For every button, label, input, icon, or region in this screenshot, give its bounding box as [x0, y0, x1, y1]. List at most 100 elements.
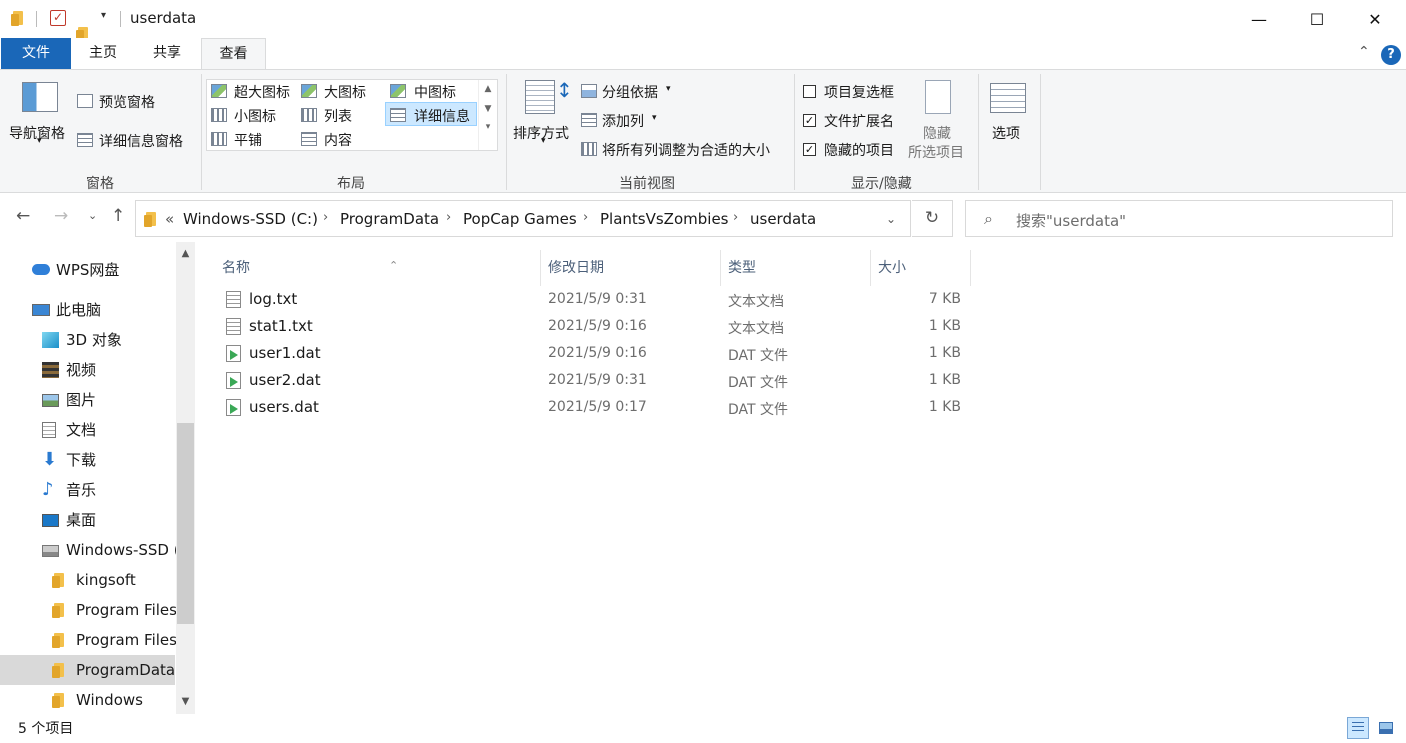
breadcrumb-popcap-games[interactable]: PopCap Games [463, 210, 577, 228]
refresh-icon[interactable]: ↻ [912, 200, 953, 237]
breadcrumb-separator[interactable]: › [323, 210, 328, 225]
minimize-button[interactable]: — [1230, 0, 1288, 38]
hidden-items-checkbox[interactable]: ✓ [803, 143, 816, 156]
address-history-chevron-icon[interactable]: ⌄ [886, 212, 896, 226]
layout-content[interactable]: 内容 [324, 130, 352, 150]
up-arrow-icon[interactable]: ↑ [111, 206, 125, 226]
breadcrumb-userdata[interactable]: userdata [750, 210, 816, 228]
group-by-button[interactable]: 分组依据 [602, 82, 658, 102]
add-columns-button[interactable]: 添加列 [602, 111, 644, 131]
preview-pane-button[interactable]: 预览窗格 [99, 92, 155, 112]
collapse-ribbon-chevron-icon[interactable]: ⌃ [1358, 44, 1370, 60]
recent-locations-chevron-icon[interactable]: ⌄ [88, 209, 97, 222]
nav-item-music[interactable]: ♪ 音乐 [42, 475, 176, 505]
item-checkboxes-label[interactable]: 项目复选框 [824, 82, 894, 102]
details-view-icon[interactable] [1347, 717, 1369, 739]
column-header-date[interactable]: 修改日期 [540, 250, 720, 286]
file-name: user2.dat [249, 371, 321, 389]
scroll-down-icon[interactable]: ▼ [479, 104, 497, 114]
column-header-name[interactable]: 名称 ⌃ [214, 250, 540, 286]
content-icon [301, 132, 317, 146]
expand-gallery-icon[interactable]: ▾ [479, 122, 497, 132]
search-input[interactable]: 搜索"userdata" [1016, 210, 1126, 231]
nav-item-windows[interactable]: Windows [52, 685, 176, 715]
breadcrumb-plantsvszombies[interactable]: PlantsVsZombies [600, 210, 728, 228]
layout-details[interactable]: 详细信息 [414, 106, 470, 126]
layout-gallery-scroll[interactable]: ▲ ▼ ▾ [478, 80, 497, 150]
column-header-type[interactable]: 类型 [720, 250, 870, 286]
file-row-stat1-txt[interactable]: stat1.txt 2021/5/9 0:16 文本文档 1 KB [216, 313, 976, 340]
close-button[interactable]: ✕ [1346, 0, 1404, 38]
chevron-down-icon[interactable]: ▾ [37, 136, 42, 146]
chevron-down-icon[interactable]: ▾ [541, 136, 546, 146]
file-row-log-txt[interactable]: log.txt 2021/5/9 0:31 文本文档 7 KB [216, 286, 976, 313]
tab-home[interactable]: 主页 [72, 38, 134, 69]
nav-item-pictures[interactable]: 图片 [42, 385, 176, 415]
customize-toolbar-chevron-icon[interactable]: ▾ [101, 10, 106, 21]
hide-selected-label[interactable]: 隐藏 [923, 123, 951, 143]
size-all-columns-button[interactable]: 将所有列调整为合适的大小 [602, 140, 770, 160]
file-extensions-label[interactable]: 文件扩展名 [824, 111, 894, 131]
hide-selected-label-2[interactable]: 所选项目 [908, 142, 964, 162]
options-button[interactable]: 选项 [992, 123, 1020, 143]
details-pane-button[interactable]: 详细信息窗格 [99, 131, 183, 151]
column-divider[interactable] [970, 250, 971, 286]
tab-file[interactable]: 文件 [1, 38, 71, 69]
search-box[interactable]: ⌕ 搜索"userdata" [965, 200, 1393, 237]
back-arrow-icon[interactable]: ← [16, 206, 30, 226]
nav-item-windows-ssd[interactable]: Windows-SSD ( [42, 535, 176, 565]
tab-view[interactable]: 查看 [201, 38, 266, 70]
nav-item-videos[interactable]: 视频 [42, 355, 176, 385]
file-extensions-checkbox[interactable]: ✓ [803, 114, 816, 127]
hidden-items-label[interactable]: 隐藏的项目 [824, 140, 894, 160]
scroll-down-icon[interactable]: ▼ [176, 696, 195, 707]
item-checkboxes-checkbox[interactable] [803, 85, 816, 98]
forward-arrow-icon[interactable]: → [54, 206, 68, 226]
breadcrumb-overflow[interactable]: « [165, 210, 174, 228]
nav-item-program-files-x86[interactable]: Program Files [52, 625, 176, 655]
file-row-user1-dat[interactable]: user1.dat 2021/5/9 0:16 DAT 文件 1 KB [216, 340, 976, 367]
nav-item-program-files[interactable]: Program Files [52, 595, 176, 625]
maximize-button[interactable]: ☐ [1288, 0, 1346, 38]
layout-extra-large-icons[interactable]: 超大图标 [234, 82, 290, 102]
file-row-user2-dat[interactable]: user2.dat 2021/5/9 0:31 DAT 文件 1 KB [216, 367, 976, 394]
layout-large-icons[interactable]: 大图标 [324, 82, 366, 102]
scroll-up-icon[interactable]: ▲ [176, 248, 195, 259]
large-icons-view-icon[interactable] [1375, 717, 1397, 739]
breadcrumb-drive[interactable]: Windows-SSD (C:) [183, 210, 318, 228]
layout-tiles[interactable]: 平铺 [234, 130, 262, 150]
nav-item-kingsoft[interactable]: kingsoft [52, 565, 176, 595]
nav-item-3d-objects[interactable]: 3D 对象 [42, 325, 176, 355]
breadcrumb-separator[interactable]: › [733, 210, 738, 225]
layout-list[interactable]: 列表 [324, 106, 352, 126]
nav-item-downloads[interactable]: ⬇ 下载 [42, 445, 176, 475]
nav-item-wps-cloud[interactable]: WPS网盘 [32, 255, 176, 285]
chevron-down-icon[interactable]: ▾ [652, 113, 657, 123]
nav-item-desktop[interactable]: 桌面 [42, 505, 176, 535]
picture-icon [42, 394, 59, 407]
file-name: users.dat [249, 398, 319, 416]
nav-item-label: ProgramData [76, 661, 176, 679]
breadcrumb-separator[interactable]: › [446, 210, 451, 225]
nav-item-documents[interactable]: 文档 [42, 415, 176, 445]
properties-icon[interactable]: ✓ [50, 10, 66, 26]
breadcrumb-separator[interactable]: › [583, 210, 588, 225]
column-header-size[interactable]: 大小 [870, 250, 970, 286]
nav-item-this-pc[interactable]: 此电脑 [32, 295, 176, 325]
address-bar[interactable]: « Windows-SSD (C:) › ProgramData › PopCa… [135, 200, 911, 237]
nav-item-programdata[interactable]: ProgramData [52, 655, 176, 685]
nav-scrollbar[interactable]: ▲ ▼ [176, 242, 195, 714]
layout-medium-icons[interactable]: 中图标 [414, 82, 456, 102]
breadcrumb-programdata[interactable]: ProgramData [340, 210, 439, 228]
layout-small-icons[interactable]: 小图标 [234, 106, 276, 126]
tab-share[interactable]: 共享 [134, 38, 200, 69]
search-icon: ⌕ [984, 209, 993, 228]
help-icon[interactable]: ? [1381, 45, 1401, 65]
file-row-users-dat[interactable]: users.dat 2021/5/9 0:17 DAT 文件 1 KB [216, 394, 976, 421]
folder-icon [52, 572, 69, 588]
nav-item-label: Windows-SSD ( [66, 541, 176, 559]
chevron-down-icon[interactable]: ▾ [666, 84, 671, 94]
scrollbar-thumb[interactable] [177, 423, 194, 624]
scroll-up-icon[interactable]: ▲ [479, 84, 497, 94]
nav-item-label: 图片 [66, 391, 97, 409]
